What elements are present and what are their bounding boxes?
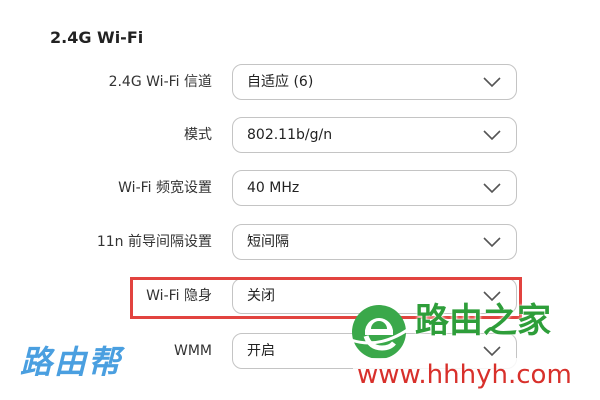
setting-row-mode: 模式 802.11b/g/n [0, 117, 600, 157]
wmm-select-value: 开启 [247, 343, 275, 359]
mode-select[interactable]: 802.11b/g/n [232, 117, 517, 153]
hidden-ssid-label: Wi-Fi 隐身 [146, 288, 212, 304]
chevron-down-icon [482, 126, 502, 144]
bandwidth-label: Wi-Fi 频宽设置 [118, 180, 212, 196]
watermark-left: 路由帮 [20, 340, 140, 388]
chevron-down-icon [482, 233, 502, 251]
mode-select-value: 802.11b/g/n [247, 127, 333, 143]
mode-label: 模式 [184, 127, 212, 143]
setting-row-bandwidth: Wi-Fi 频宽设置 40 MHz [0, 170, 600, 210]
watermark-left-text: 路由帮 [20, 343, 123, 381]
channel-label: 2.4G Wi-Fi 信道 [108, 74, 212, 90]
channel-select[interactable]: 自适应 (6) [232, 64, 517, 100]
chevron-down-icon [482, 73, 502, 91]
watermark-url-text: www.hhhyh.com [353, 358, 576, 392]
bandwidth-select[interactable]: 40 MHz [232, 170, 517, 206]
guard-interval-select[interactable]: 短间隔 [232, 224, 517, 260]
setting-row-channel: 2.4G Wi-Fi 信道 自适应 (6) [0, 64, 600, 104]
watermark-brand-text: 路由之家 [415, 301, 551, 341]
section-title: 2.4G Wi-Fi [50, 28, 144, 47]
channel-select-value: 自适应 (6) [247, 74, 314, 90]
chevron-down-icon [482, 179, 502, 197]
setting-row-guard-interval: 11n 前导间隔设置 短间隔 [0, 224, 600, 264]
hidden-ssid-select-value: 关闭 [247, 288, 275, 304]
guard-interval-label: 11n 前导间隔设置 [96, 234, 212, 250]
guard-interval-select-value: 短间隔 [247, 234, 289, 250]
watermark-right: 路由之家 www.hhhyh.com [345, 296, 600, 400]
wmm-label: WMM [173, 343, 212, 359]
e-logo-icon [345, 296, 415, 366]
bandwidth-select-value: 40 MHz [247, 180, 300, 196]
